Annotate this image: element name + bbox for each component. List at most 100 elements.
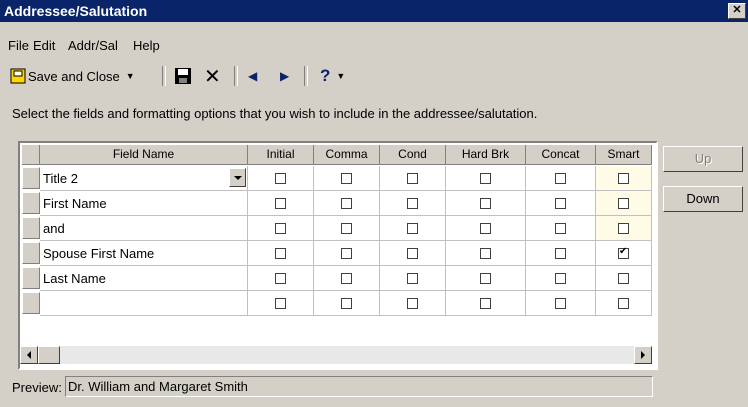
option-checkbox[interactable] — [618, 198, 629, 209]
column-header-initial[interactable]: Initial — [248, 145, 314, 165]
row-selector[interactable] — [22, 192, 40, 214]
close-icon[interactable]: ✕ — [728, 3, 746, 19]
option-checkbox[interactable] — [555, 298, 566, 309]
option-checkbox[interactable] — [407, 198, 418, 209]
option-checkbox[interactable] — [341, 198, 352, 209]
column-header-smart[interactable]: Smart — [596, 145, 652, 165]
option-checkbox[interactable] — [480, 298, 491, 309]
check-cell — [314, 291, 380, 316]
option-checkbox[interactable] — [341, 173, 352, 184]
option-checkbox[interactable] — [341, 298, 352, 309]
check-cell — [526, 216, 596, 241]
chevron-down-icon[interactable]: ▼ — [126, 71, 135, 81]
check-cell — [446, 166, 526, 191]
field-name-cell[interactable]: Spouse First Name — [40, 241, 248, 266]
field-name-cell[interactable]: Last Name — [40, 266, 248, 291]
arrow-right-icon — [641, 351, 645, 359]
menu-addr-sal[interactable]: Addr/Sal — [68, 38, 118, 53]
check-cell — [248, 216, 314, 241]
scroll-thumb[interactable] — [38, 346, 60, 364]
check-cell — [248, 166, 314, 191]
save-button[interactable] — [174, 65, 192, 87]
field-name-cell[interactable]: Title 2 — [40, 166, 248, 191]
check-cell — [314, 266, 380, 291]
option-checkbox[interactable] — [480, 248, 491, 259]
option-checkbox[interactable] — [341, 248, 352, 259]
column-header-hard-brk[interactable]: Hard Brk — [446, 145, 526, 165]
option-checkbox[interactable] — [618, 173, 629, 184]
option-checkbox[interactable] — [341, 223, 352, 234]
toolbar-separator — [304, 66, 308, 86]
option-checkbox[interactable] — [480, 173, 491, 184]
option-checkbox[interactable] — [407, 223, 418, 234]
arrow-right-icon[interactable]: ▶ — [280, 65, 289, 87]
option-checkbox[interactable] — [555, 273, 566, 284]
column-header-cond[interactable]: Cond — [380, 145, 446, 165]
save-and-close-label: Save and Close — [28, 68, 120, 84]
option-checkbox[interactable] — [555, 198, 566, 209]
option-checkbox[interactable] — [407, 298, 418, 309]
column-header-field-name[interactable]: Field Name — [40, 145, 248, 165]
help-icon: ? — [320, 66, 331, 85]
row-selector[interactable] — [22, 167, 40, 189]
grid-corner — [22, 145, 40, 165]
option-checkbox[interactable] — [275, 173, 286, 184]
check-cell — [248, 241, 314, 266]
row-selector[interactable] — [22, 242, 40, 264]
help-button[interactable]: ? ▼ — [320, 65, 345, 87]
row-selector[interactable] — [22, 267, 40, 289]
option-checkbox[interactable] — [480, 198, 491, 209]
field-name-cell[interactable] — [40, 291, 248, 316]
check-cell — [526, 166, 596, 191]
option-checkbox[interactable] — [618, 246, 629, 259]
delete-icon[interactable]: ✕ — [204, 65, 221, 88]
menu-help[interactable]: Help — [133, 38, 160, 53]
option-checkbox[interactable] — [480, 273, 491, 284]
column-header-comma[interactable]: Comma — [314, 145, 380, 165]
option-checkbox[interactable] — [407, 248, 418, 259]
chevron-down-icon[interactable] — [229, 168, 246, 187]
field-name-cell[interactable]: and — [40, 216, 248, 241]
chevron-down-icon[interactable]: ▼ — [336, 71, 345, 81]
option-checkbox[interactable] — [555, 248, 566, 259]
preview-field: Dr. William and Margaret Smith — [65, 376, 653, 397]
check-cell — [526, 266, 596, 291]
option-checkbox[interactable] — [407, 273, 418, 284]
option-checkbox[interactable] — [275, 248, 286, 259]
option-checkbox[interactable] — [555, 223, 566, 234]
field-name-text: First Name — [43, 196, 107, 211]
row-selector[interactable] — [22, 292, 40, 314]
check-cell — [446, 266, 526, 291]
option-checkbox[interactable] — [275, 198, 286, 209]
down-button[interactable]: Down — [663, 186, 743, 212]
check-cell — [380, 241, 446, 266]
column-header-concat[interactable]: Concat — [526, 145, 596, 165]
option-checkbox[interactable] — [275, 223, 286, 234]
check-cell — [596, 191, 652, 216]
save-close-icon — [10, 68, 26, 84]
option-checkbox[interactable] — [555, 173, 566, 184]
option-checkbox[interactable] — [275, 298, 286, 309]
option-checkbox[interactable] — [618, 223, 629, 234]
scroll-left-button[interactable] — [20, 346, 38, 364]
save-and-close-button[interactable]: Save and Close ▼ — [10, 65, 135, 87]
option-checkbox[interactable] — [618, 298, 629, 309]
floppy-disk-icon — [175, 68, 191, 84]
field-name-text: Title 2 — [43, 171, 78, 186]
menu-file[interactable]: File — [8, 38, 29, 53]
check-cell — [314, 191, 380, 216]
option-checkbox[interactable] — [341, 273, 352, 284]
option-checkbox[interactable] — [618, 273, 629, 284]
scroll-right-button[interactable] — [634, 346, 652, 364]
row-selector[interactable] — [22, 217, 40, 239]
preview-label: Preview: — [12, 380, 62, 395]
field-name-cell[interactable]: First Name — [40, 191, 248, 216]
option-checkbox[interactable] — [480, 223, 491, 234]
arrow-left-icon[interactable]: ◀ — [248, 65, 257, 87]
option-checkbox[interactable] — [407, 173, 418, 184]
option-checkbox[interactable] — [275, 273, 286, 284]
horizontal-scrollbar[interactable] — [20, 346, 652, 364]
up-button[interactable]: Up — [663, 146, 743, 172]
menu-edit[interactable]: Edit — [33, 38, 55, 53]
check-cell — [596, 291, 652, 316]
